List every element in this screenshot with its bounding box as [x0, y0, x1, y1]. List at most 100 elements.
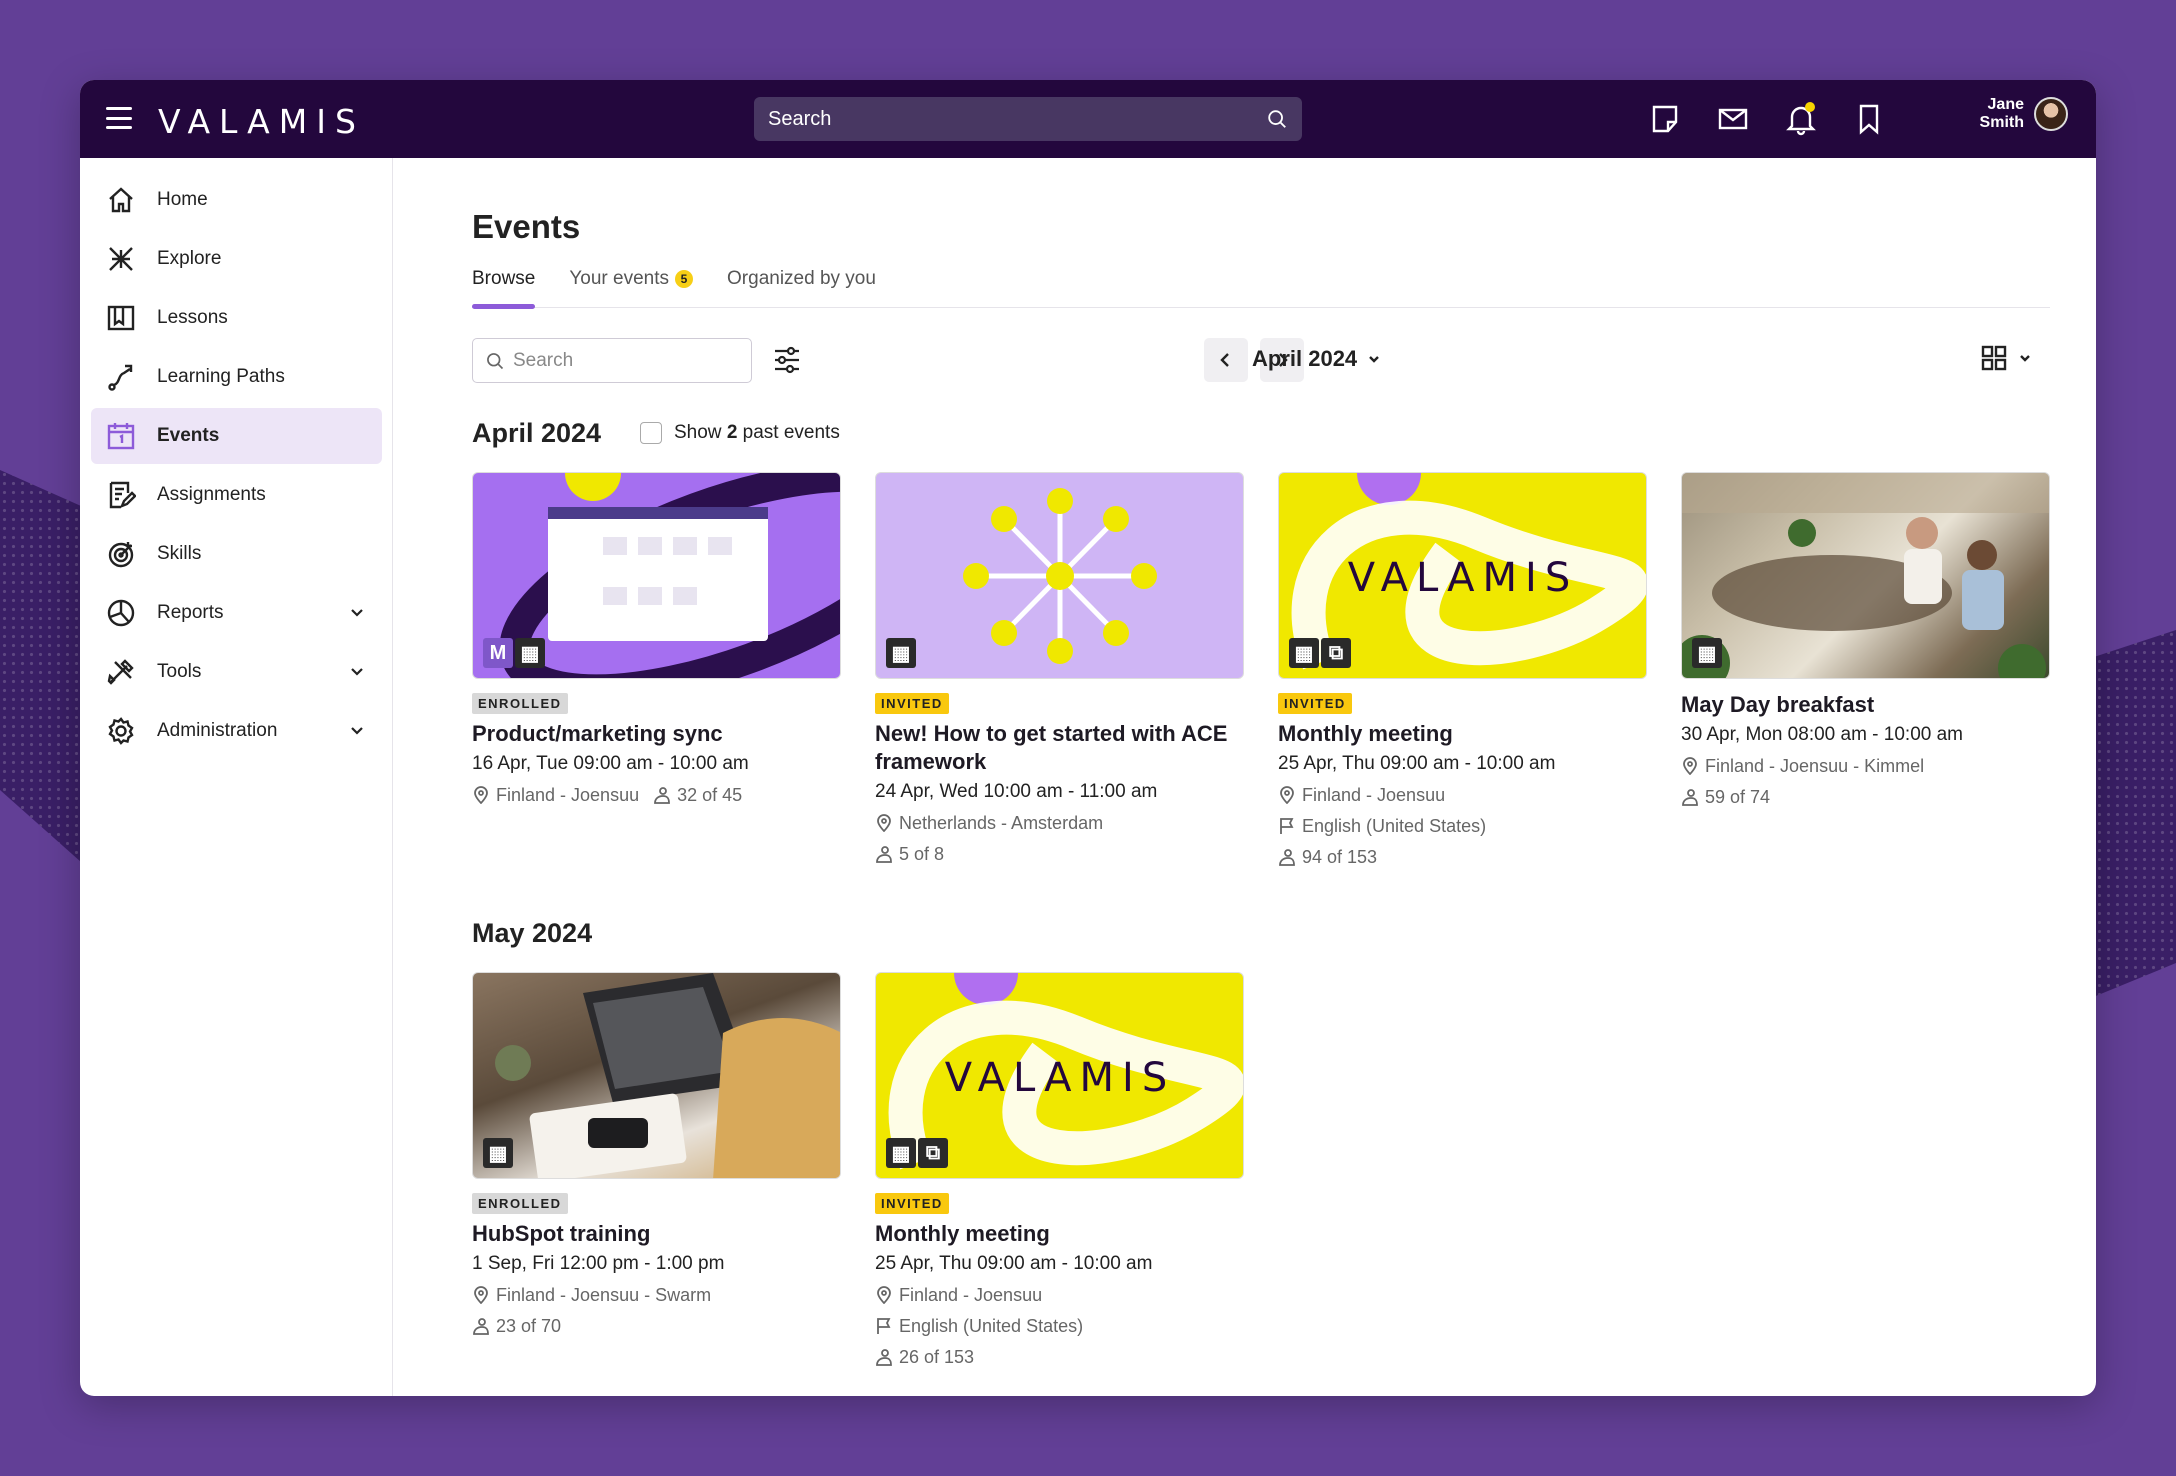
event-seats: 23 of 70 [496, 1316, 562, 1336]
mail-icon[interactable] [1716, 102, 1750, 136]
main-content: Events Browse Your events 5 Organized by … [472, 158, 2050, 1396]
menu-icon[interactable] [106, 107, 132, 129]
event-location: Finland - Joensuu - Kimmel [1705, 756, 1925, 776]
bookmark-icon[interactable] [1852, 102, 1886, 136]
show-past-events[interactable]: Show 2 past events [640, 422, 840, 444]
event-thumbnail: ▦ [472, 972, 841, 1179]
count-badge: 5 [675, 270, 694, 288]
sidebar-item-label: Tools [157, 661, 202, 682]
event-date: 30 Apr, Mon 08:00 am - 10:00 am [1681, 724, 1964, 745]
sidebar-item-reports[interactable]: Reports [91, 585, 382, 641]
calendar-icon: ▦ [886, 638, 916, 668]
event-thumbnail: ▦ [1681, 472, 2050, 679]
flag-icon [875, 1317, 893, 1335]
tab-bar: Browse Your events 5 Organized by you [472, 268, 2050, 309]
location-pin-icon [472, 1286, 490, 1304]
status-badge: INVITED [1278, 693, 1352, 714]
past-events-checkbox[interactable] [640, 422, 662, 444]
valamis-logo[interactable]: VALAMIS [158, 102, 365, 141]
chevron-down-icon [1369, 356, 1380, 363]
sidebar: Home Explore Lessons Learning Paths Even… [80, 158, 393, 1396]
background-pattern-right [2086, 630, 2176, 1000]
sidebar-item-label: Events [157, 425, 220, 446]
event-card[interactable]: M ▦ ENROLLED Product/marketing sync 16 Ap… [472, 472, 841, 809]
event-title: Monthly meeting [1278, 721, 1453, 746]
valamis-logo-text: VALAMIS [945, 1055, 1175, 1101]
status-badge: INVITED [875, 693, 949, 714]
event-date: 16 Apr, Tue 09:00 am - 10:00 am [472, 753, 749, 774]
tab-browse[interactable]: Browse [472, 268, 536, 309]
assignment-icon [105, 479, 137, 511]
sidebar-item-assignments[interactable]: Assignments [91, 467, 382, 523]
sidebar-item-label: Administration [157, 720, 278, 741]
sidebar-item-lessons[interactable]: Lessons [91, 290, 382, 346]
user-menu[interactable]: Jane Smith [1980, 96, 2068, 132]
month-selector[interactable]: April 2024 [1252, 346, 1381, 372]
calendar-icon: ▦ [515, 638, 545, 668]
tab-organized-by-you[interactable]: Organized by you [727, 268, 876, 308]
event-card[interactable]: VALAMIS ▦ ⧉ INVITED Monthly meeting 25 Ap… [1278, 472, 1647, 871]
sidebar-item-label: Home [157, 189, 208, 210]
sidebar-item-label: Learning Paths [157, 366, 285, 387]
event-card[interactable]: ▦ May Day breakfast 30 Apr, Mon 08:00 am… [1681, 472, 2050, 811]
event-thumbnail: M ▦ [472, 472, 841, 679]
sidebar-item-events[interactable]: Events [91, 408, 382, 464]
app-window: VALAMIS Search Jane Smith Home Explore Le… [80, 80, 2096, 1396]
event-location: Finland - Joensuu [1302, 785, 1446, 805]
event-card[interactable]: ▦ ENROLLED HubSpot training 1 Sep, Fri 1… [472, 972, 841, 1340]
sidebar-item-label: Lessons [157, 307, 228, 328]
status-badge: INVITED [875, 1193, 949, 1214]
event-seats: 26 of 153 [899, 1347, 975, 1367]
event-language: English (United States) [1302, 816, 1487, 836]
sidebar-item-tools[interactable]: Tools [91, 644, 382, 700]
search-icon [487, 352, 504, 369]
events-search-input[interactable]: Search [472, 338, 752, 383]
pie-chart-icon [105, 597, 137, 629]
event-card[interactable]: ▦ INVITED New! How to get started with A… [875, 472, 1244, 868]
sidebar-item-label: Assignments [157, 484, 266, 505]
chevron-down-icon[interactable] [348, 603, 366, 621]
filter-icon[interactable] [772, 344, 802, 381]
sidebar-item-home[interactable]: Home [91, 172, 382, 228]
sidebar-item-explore[interactable]: Explore [91, 231, 382, 287]
tab-your-events[interactable]: Your events 5 [569, 268, 694, 308]
tools-icon [105, 656, 137, 688]
past-suffix: past events [737, 422, 840, 443]
sidebar-item-administration[interactable]: Administration [91, 703, 382, 759]
attendees-icon [472, 1317, 490, 1335]
event-card[interactable]: VALAMIS ▦ ⧉ INVITED Monthly meeting 25 Ap… [875, 972, 1244, 1371]
event-title: Product/marketing sync [472, 721, 723, 746]
event-seats: 5 of 8 [899, 844, 945, 864]
event-thumbnail: VALAMIS ▦ ⧉ [875, 972, 1244, 1179]
tab-label: Browse [472, 268, 536, 289]
view-toggle[interactable] [1980, 344, 2032, 372]
calendar-icon: ▦ [483, 1138, 513, 1168]
attendees-icon [1278, 848, 1296, 866]
sidebar-item-skills[interactable]: Skills [91, 526, 382, 582]
calendar-icon [105, 420, 137, 452]
previous-month-button[interactable] [1204, 338, 1248, 382]
event-thumbnail: ▦ [875, 472, 1244, 679]
target-icon [105, 538, 137, 570]
event-date: 1 Sep, Fri 12:00 pm - 1:00 pm [472, 1253, 725, 1274]
search-icon[interactable] [1266, 108, 1288, 130]
chevron-down-icon[interactable] [348, 662, 366, 680]
notes-icon[interactable] [1648, 102, 1682, 136]
location-pin-icon [472, 786, 490, 804]
calendar-icon: ▦ [886, 1138, 916, 1168]
events-search-placeholder: Search [513, 349, 574, 371]
location-pin-icon [875, 1286, 893, 1304]
avatar[interactable] [2034, 97, 2068, 131]
event-title: New! How to get started with ACE framewo… [875, 721, 1228, 774]
global-search-input[interactable]: Search [754, 97, 1302, 141]
path-icon [105, 361, 137, 393]
chevron-down-icon[interactable] [348, 721, 366, 739]
home-icon [105, 184, 137, 216]
global-search-placeholder: Search [768, 107, 832, 130]
sidebar-item-learning-paths[interactable]: Learning Paths [91, 349, 382, 405]
section-heading: April 2024 [472, 418, 602, 448]
bell-icon[interactable] [1784, 102, 1818, 136]
top-bar: VALAMIS Search Jane Smith [80, 80, 2096, 158]
hybrid-icon: ⧉ [1321, 638, 1351, 668]
event-date: 25 Apr, Thu 09:00 am - 10:00 am [875, 1253, 1153, 1274]
